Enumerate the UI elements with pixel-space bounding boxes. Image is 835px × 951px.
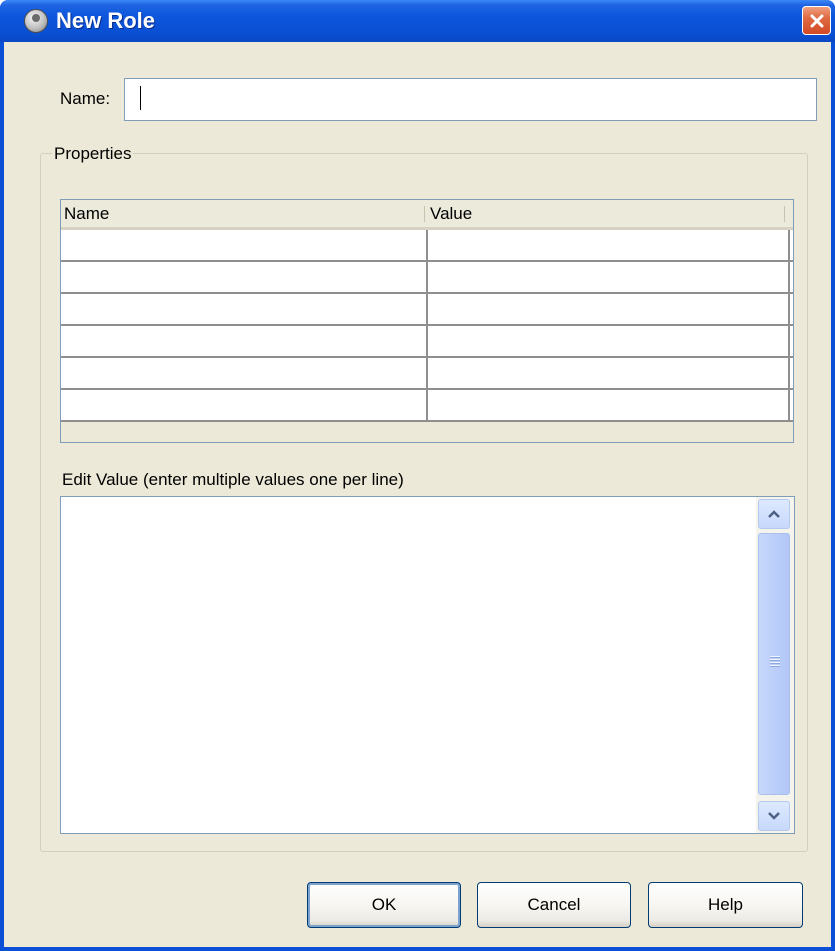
table-row[interactable] — [61, 294, 793, 326]
scroll-up-icon — [768, 510, 780, 518]
cell-value[interactable] — [428, 390, 790, 420]
cell-name[interactable] — [61, 326, 428, 356]
cell-name[interactable] — [61, 230, 428, 260]
table-header: Name Value — [61, 200, 793, 230]
cell-name[interactable] — [61, 390, 428, 420]
scrollbar-thumb[interactable] — [758, 533, 790, 795]
close-icon — [810, 14, 823, 27]
close-button[interactable] — [802, 6, 831, 35]
ok-button-label: OK — [371, 895, 397, 914]
title-bar[interactable]: New Role — [0, 0, 835, 42]
cell-value[interactable] — [428, 326, 790, 356]
name-input[interactable] — [124, 78, 817, 121]
table-row[interactable] — [61, 326, 793, 358]
cell-value[interactable] — [428, 358, 790, 388]
cell-name[interactable] — [61, 358, 428, 388]
table-row[interactable] — [61, 262, 793, 294]
name-label: Name: — [60, 89, 111, 108]
role-icon — [24, 9, 48, 33]
vertical-scrollbar[interactable] — [756, 497, 794, 833]
edit-value-box — [60, 496, 795, 834]
cell-name[interactable] — [61, 262, 428, 292]
help-button-label: Help — [708, 895, 743, 914]
scroll-down-button[interactable] — [758, 801, 790, 831]
thumb-grip-icon — [770, 656, 780, 668]
help-button[interactable]: Help — [648, 882, 803, 928]
cell-value[interactable] — [428, 262, 790, 292]
properties-table: Name Value — [60, 199, 794, 443]
ok-button[interactable]: OK — [307, 882, 461, 928]
edit-value-textarea[interactable] — [61, 497, 756, 833]
cell-value[interactable] — [428, 294, 790, 324]
cancel-button-label: Cancel — [527, 895, 581, 914]
text-caret — [140, 86, 141, 110]
table-body — [61, 230, 793, 422]
cancel-button[interactable]: Cancel — [477, 882, 631, 928]
edit-value-label: Edit Value (enter multiple values one pe… — [62, 470, 404, 489]
column-header-value[interactable]: Value — [427, 200, 785, 227]
column-header-name[interactable]: Name — [61, 200, 427, 227]
scroll-up-button[interactable] — [758, 499, 790, 529]
cell-value[interactable] — [428, 230, 790, 260]
properties-group-title: Properties — [52, 144, 134, 164]
cell-name[interactable] — [61, 294, 428, 324]
table-row[interactable] — [61, 230, 793, 262]
scroll-down-icon — [768, 812, 780, 820]
table-row[interactable] — [61, 358, 793, 390]
window-title: New Role — [56, 8, 156, 33]
table-row[interactable] — [61, 390, 793, 422]
